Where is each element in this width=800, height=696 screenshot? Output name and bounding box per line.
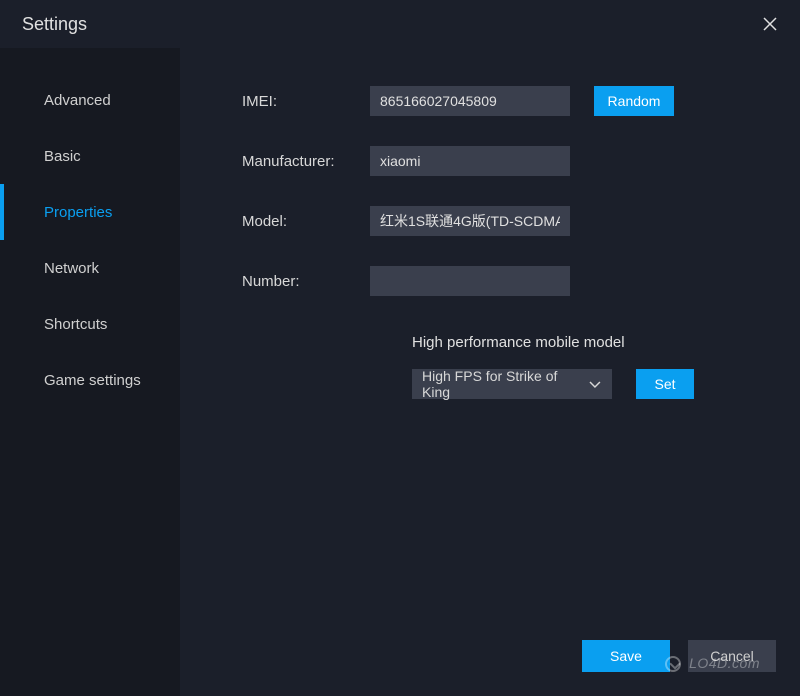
sidebar-item-label: Shortcuts bbox=[44, 316, 107, 333]
main-panel: IMEI: Random Manufacturer: Model: Number… bbox=[180, 48, 800, 696]
set-button[interactable]: Set bbox=[636, 369, 694, 399]
close-icon bbox=[763, 17, 777, 31]
row-imei: IMEI: Random bbox=[200, 86, 780, 116]
sidebar-item-shortcuts[interactable]: Shortcuts bbox=[0, 296, 180, 352]
imei-input[interactable] bbox=[370, 86, 570, 116]
cancel-button[interactable]: Cancel bbox=[688, 640, 776, 672]
row-number: Number: bbox=[200, 266, 780, 296]
model-label: Model: bbox=[200, 213, 370, 230]
sidebar-item-label: Advanced bbox=[44, 92, 111, 109]
random-button[interactable]: Random bbox=[594, 86, 674, 116]
manufacturer-label: Manufacturer: bbox=[200, 153, 370, 170]
sidebar-item-label: Properties bbox=[44, 204, 112, 221]
number-label: Number: bbox=[200, 273, 370, 290]
imei-label: IMEI: bbox=[200, 93, 370, 110]
performance-dropdown[interactable]: High FPS for Strike of King bbox=[412, 369, 612, 399]
dropdown-value: High FPS for Strike of King bbox=[422, 368, 588, 400]
sidebar-item-basic[interactable]: Basic bbox=[0, 128, 180, 184]
sidebar-item-advanced[interactable]: Advanced bbox=[0, 72, 180, 128]
sidebar-item-label: Network bbox=[44, 260, 99, 277]
row-model: Model: bbox=[200, 206, 780, 236]
row-manufacturer: Manufacturer: bbox=[200, 146, 780, 176]
sidebar: Advanced Basic Properties Network Shortc… bbox=[0, 48, 180, 696]
sidebar-item-label: Game settings bbox=[44, 372, 141, 389]
footer-buttons: Save Cancel bbox=[582, 640, 776, 672]
close-button[interactable] bbox=[758, 12, 782, 36]
sidebar-item-properties[interactable]: Properties bbox=[0, 184, 180, 240]
model-input[interactable] bbox=[370, 206, 570, 236]
manufacturer-input[interactable] bbox=[370, 146, 570, 176]
sidebar-item-game-settings[interactable]: Game settings bbox=[0, 352, 180, 408]
performance-row: High FPS for Strike of King Set bbox=[412, 369, 780, 399]
performance-heading: High performance mobile model bbox=[412, 334, 780, 351]
sidebar-item-label: Basic bbox=[44, 148, 81, 165]
save-button[interactable]: Save bbox=[582, 640, 670, 672]
performance-section: High performance mobile model High FPS f… bbox=[412, 334, 780, 399]
body-area: Advanced Basic Properties Network Shortc… bbox=[0, 48, 800, 696]
titlebar: Settings bbox=[0, 0, 800, 48]
window-title: Settings bbox=[22, 14, 87, 35]
sidebar-item-network[interactable]: Network bbox=[0, 240, 180, 296]
chevron-down-icon bbox=[588, 377, 602, 391]
number-input[interactable] bbox=[370, 266, 570, 296]
